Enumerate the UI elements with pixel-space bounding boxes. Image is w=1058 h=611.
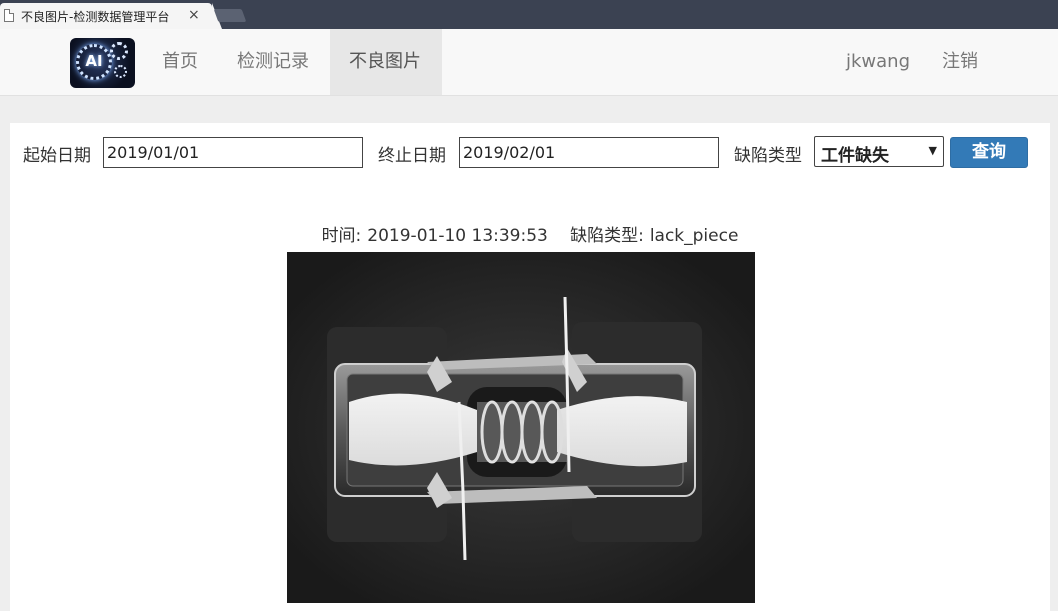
nav-user[interactable]: jkwang xyxy=(830,29,926,95)
defect-image-photo xyxy=(287,252,755,603)
nav-logout[interactable]: 注销 xyxy=(926,29,994,95)
defect-type-selected: 工件缺失 xyxy=(821,146,889,166)
logo[interactable]: AI xyxy=(70,38,135,88)
browser-tab[interactable]: 不良图片-检测数据管理平台 × xyxy=(0,3,222,29)
start-date-input[interactable] xyxy=(103,137,363,168)
gear-small-icon xyxy=(110,42,128,60)
browser-tab-title: 不良图片-检测数据管理平台 xyxy=(21,10,170,24)
nav-item-defect-images[interactable]: 不良图片 xyxy=(330,29,442,95)
new-tab-button[interactable] xyxy=(213,9,247,22)
nav-item-home[interactable]: 首页 xyxy=(146,29,214,95)
navbar: AI 首页 检测记录 不良图片 jkwang 注销 xyxy=(0,29,1058,96)
time-value: 2019-01-10 13:39:53 xyxy=(367,226,548,246)
nav-item-records[interactable]: 检测记录 xyxy=(221,29,325,95)
image-caption: 时间: 2019-01-10 13:39:53 缺陷类型: lack_piece xyxy=(10,221,1050,246)
defect-type-value: lack_piece xyxy=(649,226,739,246)
gear-small-icon xyxy=(114,65,127,78)
defect-type-caption-label: 缺陷类型: xyxy=(570,226,644,246)
logo-text: AI xyxy=(85,52,103,70)
close-icon[interactable]: × xyxy=(188,7,200,23)
time-label: 时间: xyxy=(321,226,362,246)
defect-type-select[interactable]: 工件缺失 ▼ xyxy=(814,136,944,167)
document-icon xyxy=(4,9,14,22)
defect-image xyxy=(287,252,755,603)
browser-tabstrip: 不良图片-检测数据管理平台 × xyxy=(0,0,1058,29)
query-button[interactable]: 查询 xyxy=(950,137,1028,168)
start-date-label: 起始日期 xyxy=(23,146,91,166)
end-date-input[interactable] xyxy=(459,137,719,168)
defect-type-label: 缺陷类型 xyxy=(734,146,802,166)
end-date-label: 终止日期 xyxy=(378,146,446,166)
dropdown-arrow-icon: ▼ xyxy=(928,144,937,157)
content-panel: 起始日期 终止日期 缺陷类型 工件缺失 ▼ 查询 时间:2019-01-10 1… xyxy=(10,123,1050,611)
